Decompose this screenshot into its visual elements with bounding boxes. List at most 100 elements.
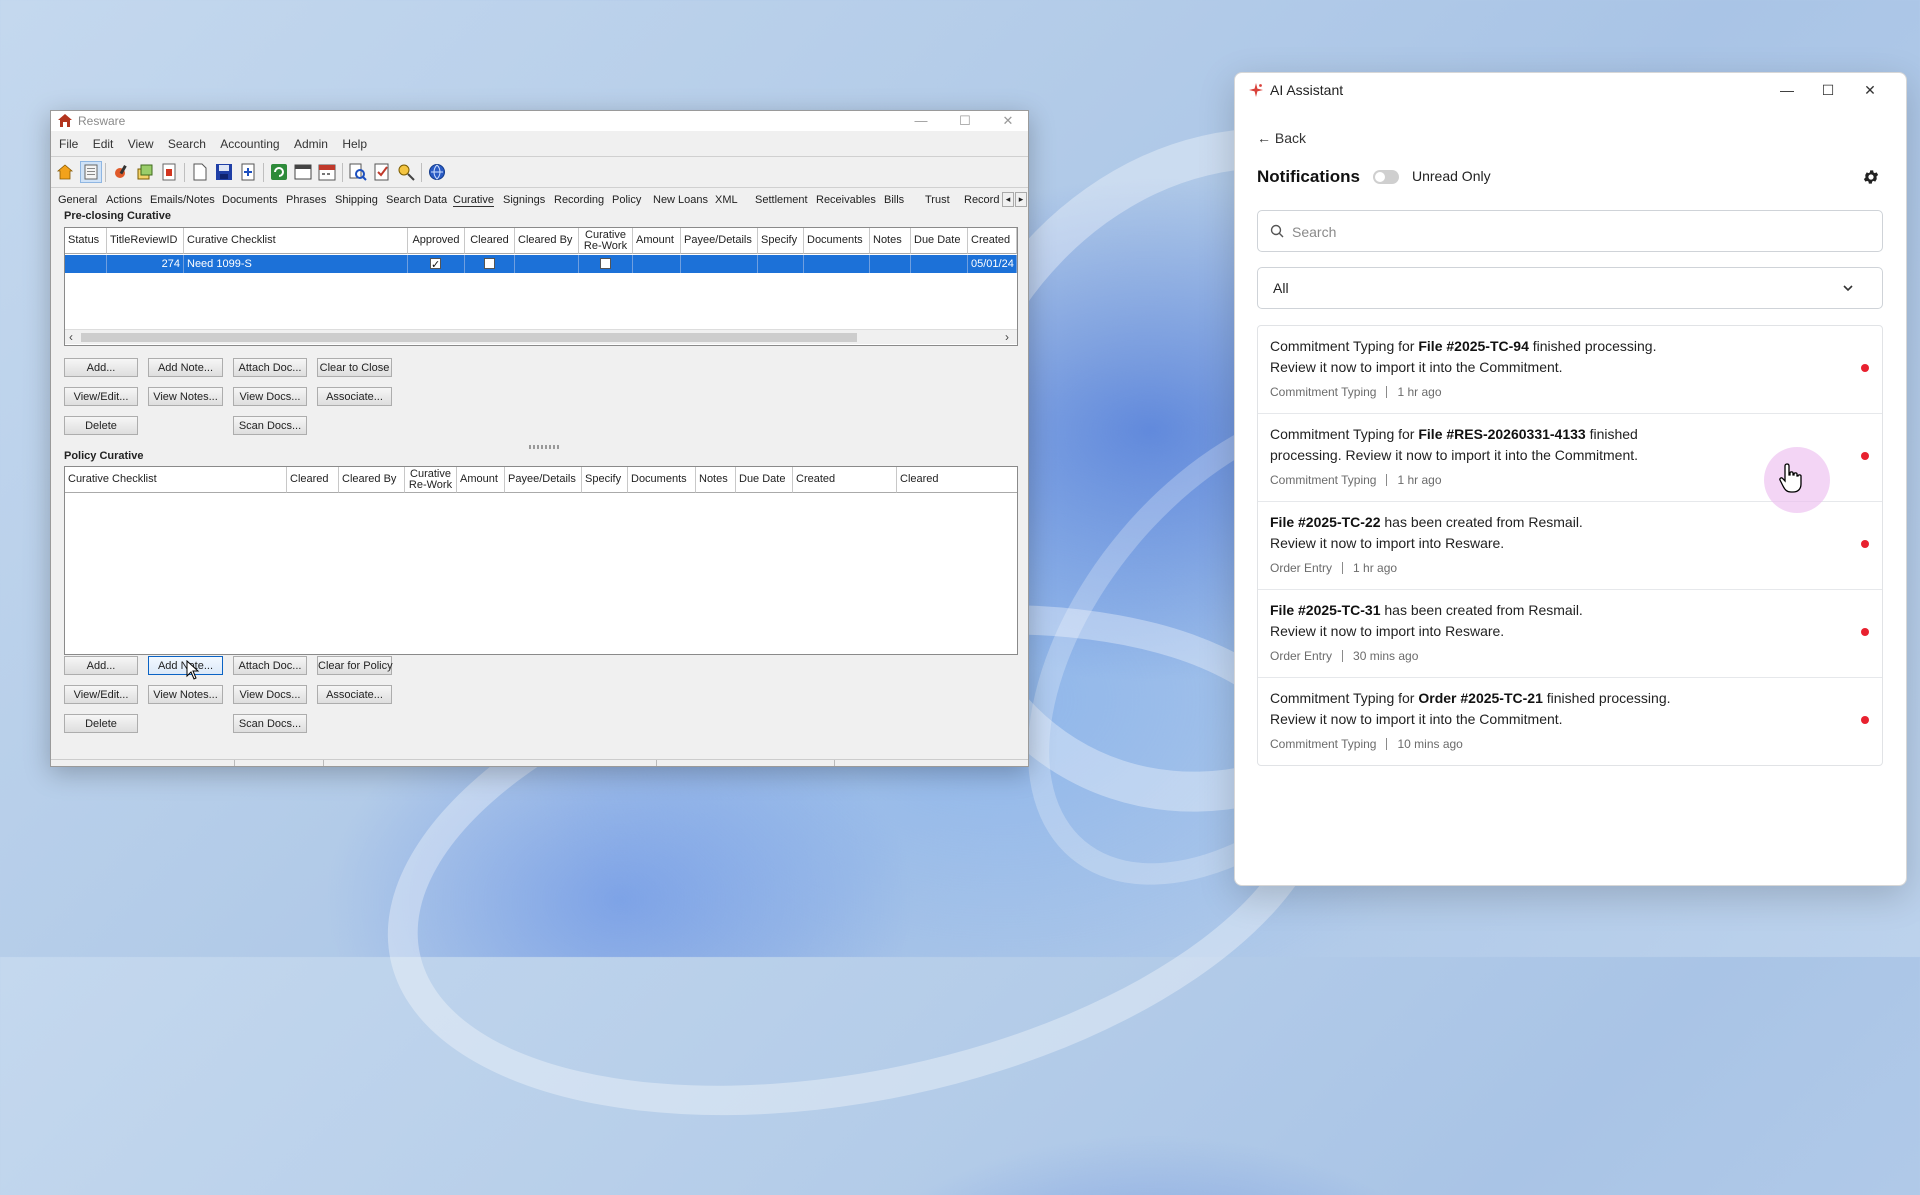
tab-scroll-right[interactable]: ▸: [1015, 192, 1027, 207]
calendar-icon[interactable]: [317, 162, 337, 182]
col-specify[interactable]: Specify: [758, 228, 804, 254]
pane-splitter[interactable]: [529, 445, 559, 449]
menu-view[interactable]: View: [128, 135, 154, 153]
tab-emails-notes[interactable]: Emails/Notes: [150, 194, 215, 206]
checklist-icon[interactable]: [372, 162, 392, 182]
tab-new-loans[interactable]: New Loans: [653, 194, 708, 206]
new-document-icon[interactable]: [190, 162, 210, 182]
pre-view-docs-button[interactable]: View Docs...: [233, 387, 307, 406]
tab-settlement[interactable]: Settlement: [755, 194, 808, 206]
rework-checkbox[interactable]: [600, 258, 611, 269]
menu-file[interactable]: File: [59, 135, 78, 153]
tab-recording[interactable]: Recording: [554, 194, 604, 206]
maximize-button[interactable]: ☐: [948, 111, 982, 131]
save-icon[interactable]: [214, 162, 234, 182]
tab-phrases[interactable]: Phrases: [286, 194, 326, 206]
gear-icon[interactable]: [1862, 168, 1880, 186]
col-amount[interactable]: Amount: [633, 228, 681, 254]
pol-delete-button[interactable]: Delete: [64, 714, 138, 733]
pre-add-button[interactable]: Add...: [64, 358, 138, 377]
filter-select[interactable]: All: [1257, 267, 1883, 309]
minimize-button[interactable]: —: [904, 111, 938, 131]
close-button[interactable]: ✕: [991, 111, 1025, 131]
scroll-thumb[interactable]: [81, 333, 857, 342]
pol-view-notes-button[interactable]: View Notes...: [148, 685, 223, 704]
tab-xml[interactable]: XML: [715, 194, 738, 206]
col-cleared-date[interactable]: Cleared: [897, 467, 1017, 493]
clear-to-close-button[interactable]: Clear to Close: [317, 358, 392, 377]
pol-view-edit-button[interactable]: View/Edit...: [64, 685, 138, 704]
col-status[interactable]: Status: [65, 228, 107, 254]
preclosing-hscroll[interactable]: ‹ ›: [65, 329, 1017, 344]
scroll-right-arrow[interactable]: ›: [1005, 330, 1009, 344]
tab-record[interactable]: Record: [964, 194, 999, 206]
col-curative-rework[interactable]: Curative Re-Work: [579, 228, 633, 254]
col-specify[interactable]: Specify: [582, 467, 628, 493]
table-row[interactable]: 274 Need 1099-S 05/01/24 0: [65, 255, 1017, 273]
search-input[interactable]: [1290, 220, 1874, 244]
col-payee-details[interactable]: Payee/Details: [681, 228, 758, 254]
pol-attach-doc-button[interactable]: Attach Doc...: [233, 656, 307, 675]
clear-for-policy-button[interactable]: Clear for Policy: [317, 656, 393, 675]
notification-item[interactable]: Commitment Typing for Order #2025-TC-21 …: [1258, 678, 1882, 765]
stack-icon[interactable]: [135, 162, 155, 182]
menu-admin[interactable]: Admin: [294, 135, 328, 153]
col-created[interactable]: Created: [968, 228, 1017, 254]
tab-bills[interactable]: Bills: [884, 194, 904, 206]
home-icon[interactable]: [55, 162, 75, 182]
pre-attach-doc-button[interactable]: Attach Doc...: [233, 358, 307, 377]
tab-trust[interactable]: Trust: [925, 194, 950, 206]
menu-accounting[interactable]: Accounting: [220, 135, 279, 153]
inspect-icon[interactable]: [396, 162, 416, 182]
pre-associate-button[interactable]: Associate...: [317, 387, 392, 406]
col-due-date[interactable]: Due Date: [911, 228, 968, 254]
tab-receivables[interactable]: Receivables: [816, 194, 876, 206]
notepad-icon[interactable]: [80, 161, 102, 183]
back-link[interactable]: ← Back: [1257, 130, 1306, 146]
ai-maximize-button[interactable]: ☐: [1816, 79, 1840, 101]
col-notes[interactable]: Notes: [696, 467, 736, 493]
window-icon[interactable]: [293, 162, 313, 182]
pre-view-notes-button[interactable]: View Notes...: [148, 387, 223, 406]
notification-item[interactable]: File #2025-TC-31 has been created from R…: [1258, 590, 1882, 678]
col-payee-details[interactable]: Payee/Details: [505, 467, 582, 493]
tab-documents[interactable]: Documents: [222, 194, 278, 206]
col-documents[interactable]: Documents: [804, 228, 870, 254]
menu-help[interactable]: Help: [342, 135, 367, 153]
col-created[interactable]: Created: [793, 467, 897, 493]
approved-checkbox[interactable]: [430, 256, 441, 273]
tab-signings[interactable]: Signings: [503, 194, 545, 206]
tab-policy[interactable]: Policy: [612, 194, 641, 206]
refresh-icon[interactable]: [269, 162, 289, 182]
globe-icon[interactable]: [427, 162, 447, 182]
ai-minimize-button[interactable]: —: [1775, 79, 1799, 101]
col-approved[interactable]: Approved: [408, 228, 465, 254]
notification-item[interactable]: Commitment Typing for File #2025-TC-94 f…: [1258, 326, 1882, 414]
col-curative-rework[interactable]: Curative Re-Work: [405, 467, 457, 493]
cleared-checkbox[interactable]: [484, 258, 495, 269]
col-curative-checklist[interactable]: Curative Checklist: [184, 228, 408, 254]
document-red-icon[interactable]: [159, 162, 179, 182]
add-document-icon[interactable]: [238, 162, 258, 182]
tab-search-data[interactable]: Search Data: [386, 194, 447, 206]
col-cleared-by[interactable]: Cleared By: [339, 467, 405, 493]
menu-search[interactable]: Search: [168, 135, 206, 153]
notification-item[interactable]: File #2025-TC-22 has been created from R…: [1258, 502, 1882, 590]
pol-add-button[interactable]: Add...: [64, 656, 138, 675]
col-title-review-id[interactable]: TitleReviewID: [107, 228, 184, 254]
scroll-left-arrow[interactable]: ‹: [69, 330, 73, 344]
col-cleared-by[interactable]: Cleared By: [515, 228, 579, 254]
col-notes[interactable]: Notes: [870, 228, 911, 254]
ai-close-button[interactable]: ✕: [1858, 79, 1882, 101]
pre-view-edit-button[interactable]: View/Edit...: [64, 387, 138, 406]
pre-scan-docs-button[interactable]: Scan Docs...: [233, 416, 307, 435]
tab-general[interactable]: General: [58, 194, 97, 206]
pol-view-docs-button[interactable]: View Docs...: [233, 685, 307, 704]
pol-scan-docs-button[interactable]: Scan Docs...: [233, 714, 307, 733]
search-document-icon[interactable]: [348, 162, 368, 182]
col-curative-checklist[interactable]: Curative Checklist: [65, 467, 287, 493]
edit-tool-icon[interactable]: [111, 162, 131, 182]
col-due-date[interactable]: Due Date: [736, 467, 793, 493]
col-cleared[interactable]: Cleared: [465, 228, 515, 254]
col-documents[interactable]: Documents: [628, 467, 696, 493]
